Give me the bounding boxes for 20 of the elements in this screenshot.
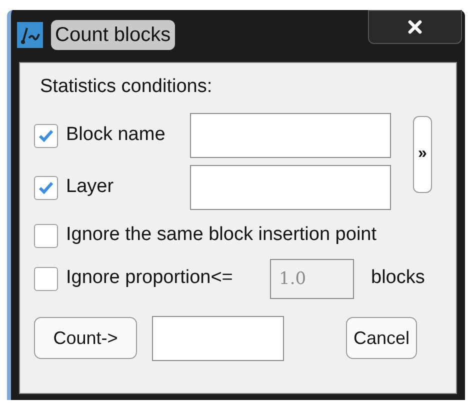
checkbox[interactable] xyxy=(34,176,58,200)
checkbox-label: Block name xyxy=(66,123,166,148)
group-label: Statistics conditions: xyxy=(40,75,214,99)
checkbox[interactable] xyxy=(34,224,58,248)
app-icon xyxy=(17,22,43,48)
checkbox-label: Ignore the same block insertion point xyxy=(66,223,377,248)
result-field[interactable] xyxy=(152,316,284,360)
count-button[interactable]: Count-> xyxy=(34,317,137,359)
checkbox[interactable] xyxy=(34,124,58,148)
text-field[interactable] xyxy=(190,165,391,210)
expand-button[interactable]: » xyxy=(413,116,432,192)
text-field[interactable] xyxy=(190,113,391,158)
checkmark-icon xyxy=(39,182,53,194)
checkbox-label: Layer xyxy=(66,175,115,200)
close-button[interactable] xyxy=(368,10,462,44)
unit-label: blocks xyxy=(371,266,425,290)
checkbox-label: Ignore proportion<= xyxy=(66,266,234,290)
window-title: Count blocks xyxy=(51,20,175,50)
checkmark-icon xyxy=(39,130,53,142)
cancel-button[interactable]: Cancel xyxy=(346,317,417,359)
